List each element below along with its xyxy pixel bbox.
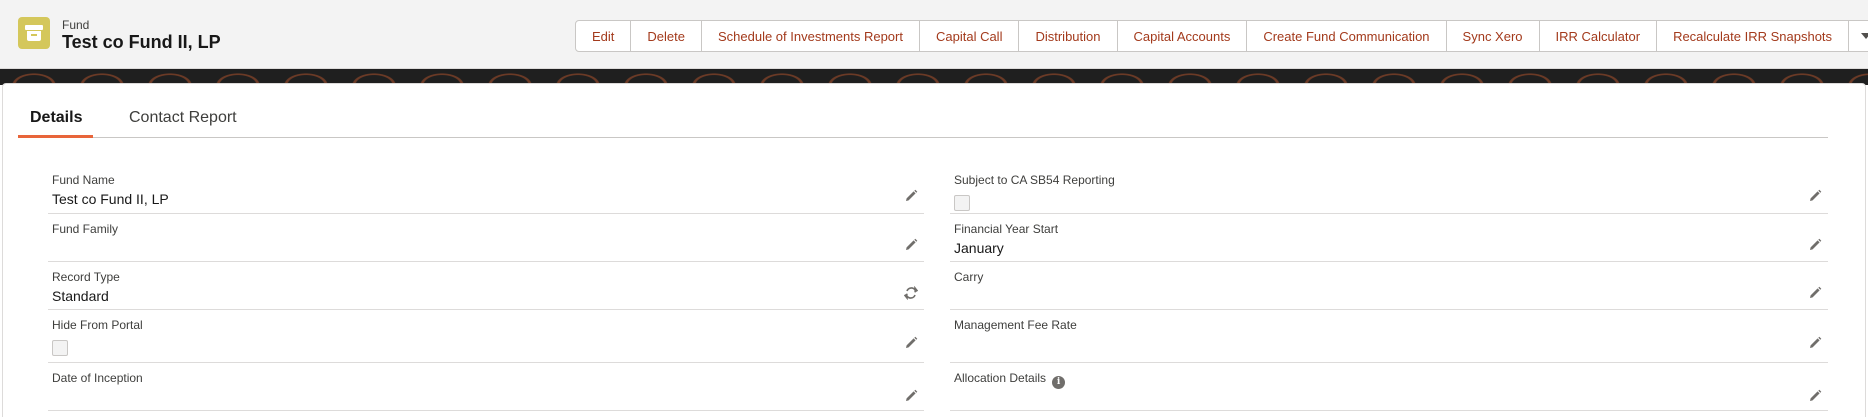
field-subject-to-ca-sb54: Subject to CA SB54 Reporting	[950, 165, 1828, 214]
irr-calculator-button[interactable]: IRR Calculator	[1538, 20, 1658, 52]
capital-call-button[interactable]: Capital Call	[918, 20, 1020, 52]
object-type-label: Fund	[62, 18, 90, 32]
field-value: Standard	[52, 288, 109, 304]
recalculate-irr-snapshots-button[interactable]: Recalculate IRR Snapshots	[1656, 20, 1850, 52]
pencil-icon[interactable]	[904, 238, 918, 252]
field-label: Financial Year Start	[954, 222, 1059, 236]
pencil-icon[interactable]	[904, 389, 918, 403]
field-label: Date of Inception	[52, 371, 143, 385]
field-label: Record Type	[52, 270, 120, 284]
field-fund-family: Fund Family	[48, 214, 924, 262]
hide-from-portal-checkbox	[52, 340, 68, 356]
field-value: January	[954, 240, 1004, 256]
create-fund-communication-button[interactable]: Create Fund Communication	[1246, 20, 1447, 52]
pencil-icon[interactable]	[1808, 336, 1822, 350]
field-date-of-inception: Date of Inception	[48, 363, 924, 411]
record-header: Fund Test co Fund II, LP Edit Delete Sch…	[0, 0, 1868, 69]
field-record-type: Record Type Standard	[48, 262, 924, 310]
pencil-icon[interactable]	[1808, 389, 1822, 403]
page-title: Test co Fund II, LP	[62, 32, 221, 52]
pencil-icon[interactable]	[1808, 286, 1822, 300]
field-label: Carry	[954, 270, 984, 284]
pencil-icon[interactable]	[1808, 238, 1822, 252]
field-hide-from-portal: Hide From Portal	[48, 310, 924, 363]
distribution-button[interactable]: Distribution	[1018, 20, 1118, 52]
change-record-type-icon[interactable]	[904, 286, 918, 300]
sync-xero-button[interactable]: Sync Xero	[1445, 20, 1540, 52]
field-label: Hide From Portal	[52, 318, 143, 332]
more-actions-button[interactable]	[1848, 20, 1868, 52]
field-label: Subject to CA SB54 Reporting	[954, 173, 1115, 187]
edit-button[interactable]: Edit	[575, 20, 632, 52]
field-label: Fund Family	[52, 222, 119, 236]
field-fund-name: Fund Name Test co Fund II, LP	[48, 165, 924, 214]
pencil-icon[interactable]	[1808, 189, 1822, 203]
record-tabs: Details Contact Report	[18, 102, 1828, 138]
subject-to-ca-sb54-checkbox	[954, 195, 970, 211]
delete-button[interactable]: Delete	[630, 20, 702, 52]
field-carry: Carry	[950, 262, 1828, 310]
field-allocation-details: Allocation Details i	[950, 363, 1828, 411]
active-tab-indicator	[18, 135, 93, 138]
chevron-down-icon	[1861, 33, 1868, 39]
pencil-icon[interactable]	[904, 189, 918, 203]
archive-box-icon	[18, 17, 50, 49]
field-label: Allocation Details	[954, 371, 1047, 385]
tab-details[interactable]: Details	[30, 109, 82, 127]
field-financial-year-start: Financial Year Start January	[950, 214, 1828, 262]
tab-contact-report[interactable]: Contact Report	[129, 109, 237, 127]
schedule-of-investments-report-button[interactable]: Schedule of Investments Report	[700, 20, 920, 52]
field-management-fee-rate: Management Fee Rate	[950, 310, 1828, 363]
info-icon[interactable]: i	[1052, 376, 1066, 389]
field-label: Management Fee Rate	[954, 318, 1077, 332]
field-label: Fund Name	[52, 173, 115, 187]
action-button-group: Edit Delete Schedule of Investments Repo…	[575, 20, 1868, 52]
pencil-icon[interactable]	[904, 336, 918, 350]
field-value: Test co Fund II, LP	[52, 191, 169, 207]
field-label-wrap: Allocation Details i	[954, 371, 1066, 389]
capital-accounts-button[interactable]: Capital Accounts	[1116, 20, 1248, 52]
